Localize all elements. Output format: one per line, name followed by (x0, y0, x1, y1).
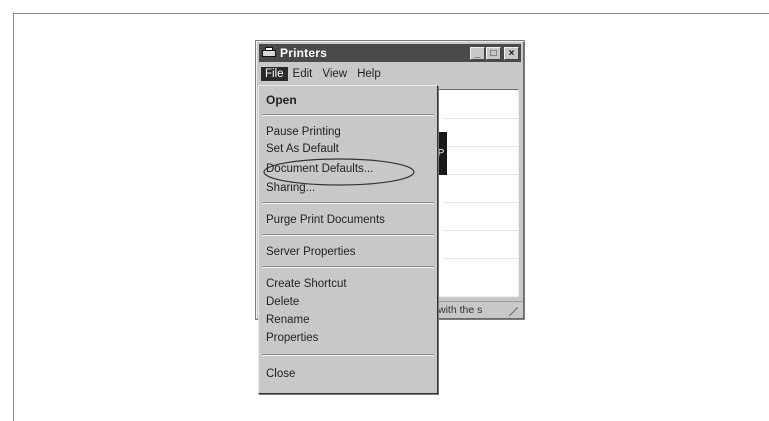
printers-list[interactable] (436, 89, 519, 297)
list-divider (443, 174, 518, 175)
menu-item-properties[interactable]: Properties (266, 330, 318, 347)
menu-separator (262, 234, 434, 236)
menu-item-purge-print-documents[interactable]: Purge Print Documents (266, 212, 385, 229)
menu-item-pause-printing[interactable]: Pause Printing (266, 124, 341, 141)
menu-item-create-shortcut[interactable]: Create Shortcut (266, 276, 347, 293)
status-text: with the s (438, 304, 483, 316)
list-divider (443, 118, 518, 119)
minimize-icon[interactable]: _ (470, 46, 485, 60)
list-divider (443, 230, 518, 231)
menu-file[interactable]: File (261, 67, 288, 81)
figure-frame-top (13, 13, 769, 14)
menu-item-delete[interactable]: Delete (266, 294, 299, 311)
menu-bar: File Edit View Help (259, 65, 521, 83)
maximize-icon[interactable]: □ (486, 46, 501, 60)
menu-separator (262, 114, 434, 116)
close-icon[interactable]: × (504, 46, 519, 60)
menu-item-close[interactable]: Close (266, 366, 295, 383)
menu-help[interactable]: Help (352, 67, 386, 81)
resize-grip-icon[interactable] (509, 307, 518, 316)
window-title: Printers (280, 46, 327, 60)
list-divider (443, 202, 518, 203)
menu-item-rename[interactable]: Rename (266, 312, 309, 329)
file-menu-dropdown: Open Pause Printing Set As Default Docum… (258, 85, 438, 394)
printer-icon (262, 47, 276, 59)
menu-edit[interactable]: Edit (288, 67, 318, 81)
figure-frame-left (13, 13, 14, 421)
menu-item-server-properties[interactable]: Server Properties (266, 244, 355, 261)
menu-view[interactable]: View (317, 67, 352, 81)
highlight-ellipse-icon (263, 158, 415, 186)
menu-separator (262, 266, 434, 268)
menu-separator (262, 354, 434, 356)
menu-item-open[interactable]: Open (266, 92, 297, 109)
menu-separator (262, 202, 434, 204)
title-bar[interactable]: Printers _ □ × (259, 44, 521, 62)
list-divider (443, 146, 518, 147)
list-divider (443, 258, 518, 259)
